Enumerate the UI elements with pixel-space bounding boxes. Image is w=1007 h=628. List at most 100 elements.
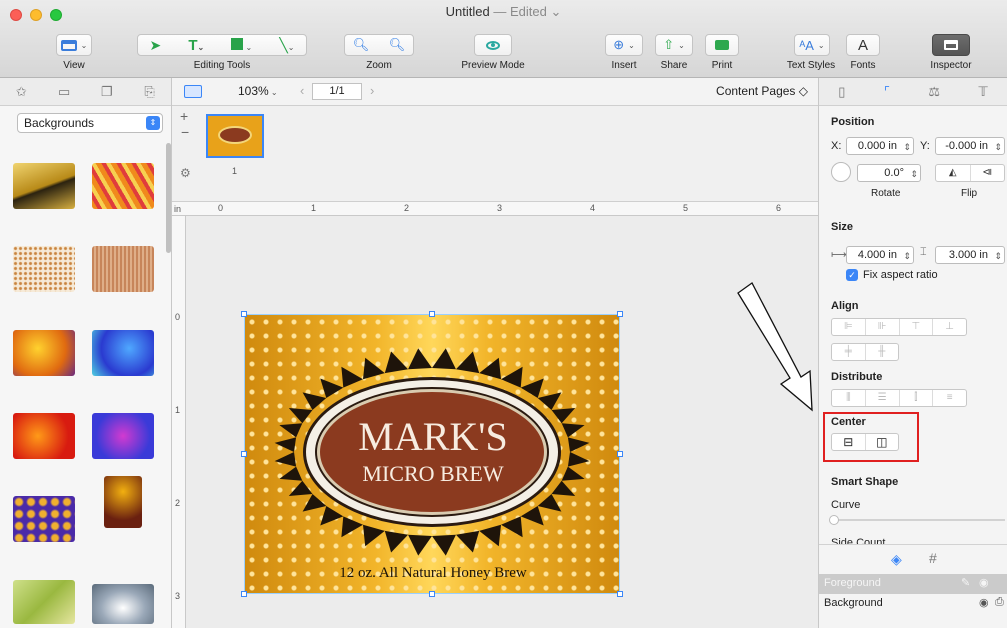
arrange-icon[interactable]: ⚖ [928, 84, 940, 100]
align-top-icon[interactable]: ⊤ [900, 319, 934, 335]
height-field[interactable]: 3.000 in ⇕ [935, 246, 1005, 264]
select-arrow-icon[interactable]: ➤ [150, 37, 162, 54]
stepper-icon[interactable]: ⇕ [903, 139, 911, 155]
zoom-in-icon[interactable]: 🔍︎ [389, 37, 406, 53]
stepper-icon[interactable]: ⇕ [903, 248, 911, 264]
zoom-out-icon[interactable]: 🔍︎ [353, 37, 370, 53]
align-bottom-icon[interactable]: ⊥ [933, 319, 966, 335]
center-vertical-icon[interactable]: ◫ [866, 434, 899, 450]
clipart-icon[interactable]: ⎘ [140, 83, 160, 101]
document-icon[interactable]: ▯ [838, 84, 845, 100]
background-thumbnail[interactable] [13, 246, 75, 292]
layer-row-background[interactable]: Background ◉ ⎙ [819, 594, 1007, 614]
editing-tools-group[interactable]: ➤ T⌄ ⌄ ╲⌄ [137, 34, 307, 56]
grid-icon[interactable]: # [929, 550, 937, 566]
background-thumbnail[interactable] [92, 246, 154, 292]
beer-label[interactable]: MARK'S MICRO BREW 12 oz. All Natural Hon… [244, 314, 620, 594]
background-thumbnail[interactable] [13, 330, 75, 376]
stepper-icon[interactable]: ⇕ [910, 166, 918, 182]
background-thumbnail[interactable] [13, 580, 75, 624]
selection-handle[interactable] [429, 591, 435, 597]
remove-page-icon[interactable]: − [181, 124, 189, 140]
background-thumbnail[interactable] [13, 163, 75, 209]
flip-buttons[interactable]: ◭ ⧏ [935, 164, 1005, 182]
print-toggle-icon[interactable]: ⎙ [995, 596, 1004, 609]
layer-row-foreground[interactable]: Foreground ✎ ◉ [819, 574, 1007, 594]
inspector-button[interactable] [932, 34, 970, 56]
preview-mode-button[interactable] [474, 34, 512, 56]
shape-tool-icon[interactable]: ⌄ [231, 37, 252, 53]
background-thumbnail[interactable] [104, 476, 142, 528]
align-buttons[interactable]: ⊫ ⊪ ⊤ ⊥ [831, 318, 967, 336]
next-page-icon[interactable]: › [370, 83, 374, 98]
visibility-eye-icon[interactable]: ◉ [979, 576, 989, 589]
rotate-field[interactable]: 0.0° ⇕ [857, 164, 921, 182]
background-thumbnail[interactable] [92, 584, 154, 624]
background-thumbnail[interactable] [92, 413, 154, 459]
flip-horizontal-icon[interactable]: ◭ [936, 165, 971, 181]
distribute-buttons[interactable]: ⫼ ☰ ⫿ ≡ [831, 389, 967, 407]
selection-handle[interactable] [617, 451, 623, 457]
page-counter-field[interactable]: 1/1 [312, 83, 362, 100]
page-view-icon[interactable] [184, 85, 202, 98]
selection-handle[interactable] [617, 591, 623, 597]
selection-handle[interactable] [241, 311, 247, 317]
content-pages-select[interactable]: Content Pages ◇ [716, 84, 808, 98]
stepper-icon[interactable]: ⇕ [994, 139, 1002, 155]
distribute-v-icon[interactable]: ☰ [866, 390, 900, 406]
distribute-vspace-icon[interactable]: ≡ [933, 390, 966, 406]
selection-handle[interactable] [429, 311, 435, 317]
previous-page-icon[interactable]: ‹ [300, 83, 304, 98]
align-left-icon[interactable]: ⊫ [832, 319, 866, 335]
add-page-icon[interactable]: + [180, 108, 188, 124]
zoom-controls[interactable]: 🔍︎ 🔍︎ [344, 34, 414, 56]
center-buttons[interactable]: ⊟ ◫ [831, 433, 899, 451]
line-tool-icon[interactable]: ╲⌄ [279, 37, 294, 54]
background-thumbnail[interactable] [13, 496, 75, 542]
curve-slider[interactable] [829, 515, 1005, 525]
layout-icon[interactable]: ⌜ [884, 84, 890, 100]
shapes-icon[interactable]: ❐ [97, 83, 117, 101]
zoom-select[interactable]: 103% ⌄ [238, 84, 278, 98]
edit-pencil-icon[interactable]: ✎ [961, 576, 970, 589]
distribute-hspace-icon[interactable]: ⫿ [900, 390, 934, 406]
page-settings-icon[interactable]: ⚙ [180, 166, 191, 180]
background-thumbnail[interactable] [92, 163, 154, 209]
flip-vertical-icon[interactable]: ⧏ [971, 165, 1005, 181]
rotate-knob[interactable] [831, 162, 851, 182]
star-icon[interactable]: ✩ [11, 83, 31, 101]
visibility-eye-icon[interactable]: ◉ [979, 596, 989, 609]
layers-icon[interactable]: ◈ [891, 551, 902, 568]
selection-handle[interactable] [617, 311, 623, 317]
fonts-button[interactable]: A [846, 34, 880, 56]
width-field[interactable]: 4.000 in ⇕ [846, 246, 914, 264]
center-horizontal-icon[interactable]: ⊟ [832, 434, 866, 450]
canvas-workspace[interactable]: MARK'S MICRO BREW 12 oz. All Natural Hon… [186, 216, 818, 628]
share-button[interactable]: ⇧ ⌄ [655, 34, 693, 56]
y-field[interactable]: -0.000 in ⇕ [935, 137, 1005, 155]
vertical-ruler[interactable]: 0 1 2 3 [172, 216, 186, 628]
image-icon[interactable]: ▭ [54, 83, 74, 101]
text-styles-button[interactable]: ᴬA ⌄ [794, 34, 830, 56]
text-tool-icon[interactable]: T⌄ [188, 37, 204, 54]
background-thumbnail[interactable] [13, 413, 75, 459]
distribute-h-icon[interactable]: ⫼ [832, 390, 866, 406]
page-thumbnail[interactable] [206, 114, 264, 158]
print-button[interactable] [705, 34, 739, 56]
text-icon[interactable]: 𝕋 [979, 84, 988, 100]
horizontal-ruler[interactable]: in 0 1 2 3 4 5 6 [172, 202, 818, 216]
background-thumbnail[interactable] [92, 330, 154, 376]
fix-aspect-checkbox[interactable]: ✓ [846, 269, 858, 281]
curve-slider-knob[interactable] [829, 515, 839, 525]
stepper-icon[interactable]: ⇕ [994, 248, 1002, 264]
align-hcenter-icon[interactable]: ╪ [832, 344, 866, 360]
backgrounds-select[interactable]: Backgrounds ⇕ [17, 113, 163, 133]
view-button[interactable]: ⌄ [56, 34, 92, 56]
align-center-buttons[interactable]: ╪ ╫ [831, 343, 899, 361]
selection-handle[interactable] [241, 451, 247, 457]
align-vcenter-icon[interactable]: ╫ [866, 344, 899, 360]
selection-handle[interactable] [241, 591, 247, 597]
x-field[interactable]: 0.000 in ⇕ [846, 137, 914, 155]
sidebar-scrollbar[interactable] [166, 143, 171, 253]
align-right-icon[interactable]: ⊪ [866, 319, 900, 335]
